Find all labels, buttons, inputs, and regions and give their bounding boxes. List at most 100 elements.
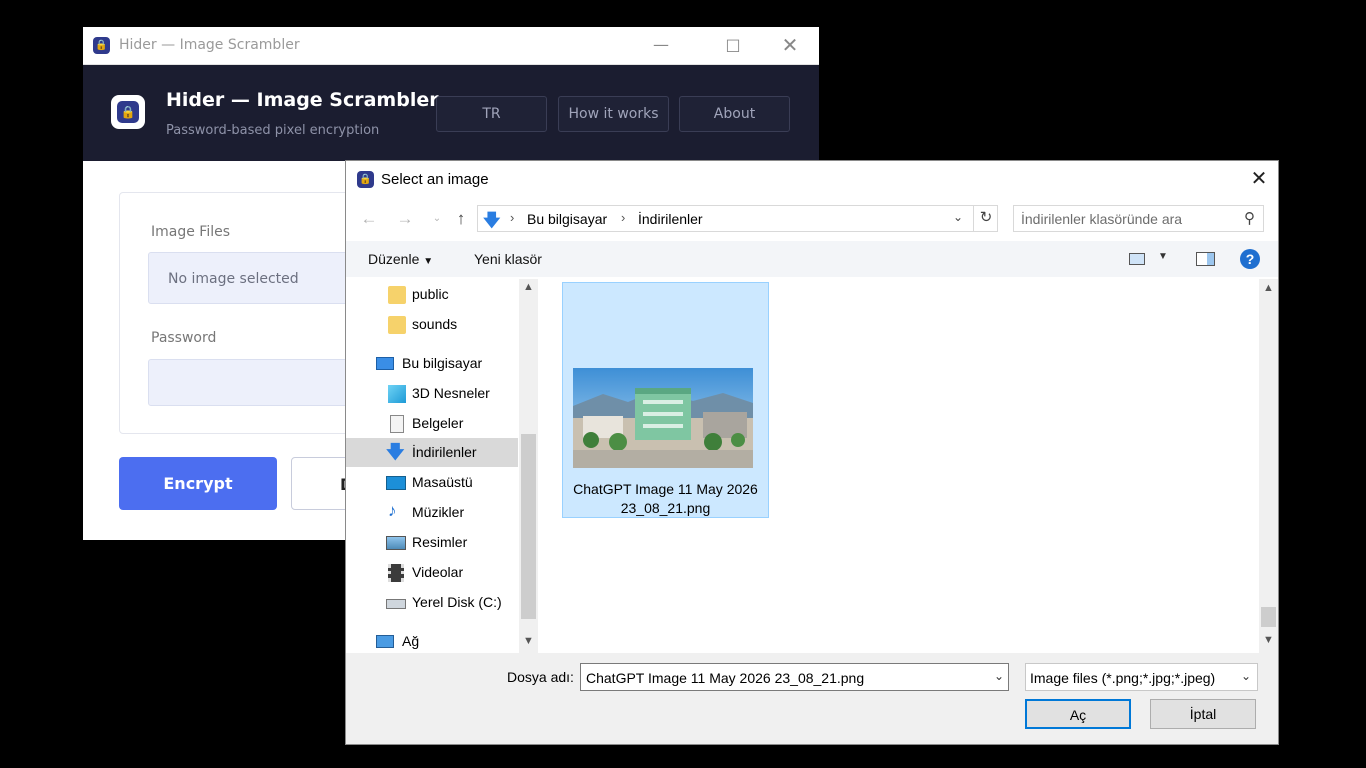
filetype-select[interactable]: Image files (*.png;*.jpg;*.jpeg) ⌄ bbox=[1025, 663, 1258, 691]
maximize-icon[interactable]: □ bbox=[710, 27, 756, 64]
filetype-value: Image files (*.png;*.jpg;*.jpeg) bbox=[1030, 670, 1216, 686]
file-tile[interactable]: ChatGPT Image 11 May 2026 23_08_21.png bbox=[562, 282, 769, 518]
search-input[interactable]: İndirilenler klasöründe ara ⚲ bbox=[1013, 205, 1264, 232]
music-icon: ♪ bbox=[388, 501, 397, 520]
help-icon[interactable]: ? bbox=[1240, 249, 1260, 269]
folder-icon bbox=[388, 286, 406, 304]
up-arrow-icon[interactable]: ↑ bbox=[448, 207, 474, 231]
scroll-down-icon[interactable]: ▼ bbox=[1263, 634, 1274, 646]
nav-item-label: Ağ bbox=[402, 633, 420, 649]
forward-arrow-icon[interactable]: → bbox=[392, 207, 418, 231]
pictures-icon bbox=[386, 536, 406, 550]
recent-chevron-icon[interactable]: ⌄ bbox=[424, 207, 450, 231]
nav-item-label: public bbox=[412, 286, 449, 302]
address-dropdown-icon[interactable]: ⌄ bbox=[953, 210, 963, 224]
dialog-title: Select an image bbox=[381, 171, 489, 188]
nav-item-music[interactable]: ♪ Müzikler bbox=[346, 498, 518, 527]
image-files-label: Image Files bbox=[151, 224, 231, 240]
dialog-toolbar: Düzenle ▼ Yeni klasör ▼ ? bbox=[346, 241, 1278, 277]
nav-item-this-pc[interactable]: Bu bilgisayar bbox=[346, 349, 518, 378]
preview-pane-icon[interactable] bbox=[1196, 252, 1215, 266]
chevron-down-icon: ⌄ bbox=[1240, 669, 1251, 683]
organize-label: Düzenle bbox=[368, 251, 420, 267]
file-name: ChatGPT Image 11 May 2026 23_08_21.png bbox=[563, 480, 768, 518]
view-options-icon[interactable] bbox=[1129, 253, 1145, 265]
cube-icon bbox=[388, 385, 406, 403]
nav-item-videos[interactable]: Videolar bbox=[346, 558, 518, 587]
new-folder-button[interactable]: Yeni klasör bbox=[474, 251, 542, 267]
view-dropdown-icon[interactable]: ▼ bbox=[1158, 251, 1168, 262]
encrypt-button[interactable]: Encrypt bbox=[119, 457, 277, 510]
breadcrumb-separator: › bbox=[510, 210, 515, 225]
dialog-app-icon: 🔒 bbox=[357, 171, 374, 188]
nav-item-label: Masaüstü bbox=[412, 474, 473, 490]
file-name-line2: 23_08_21.png bbox=[620, 500, 711, 516]
refresh-icon[interactable]: ↻ bbox=[973, 205, 998, 232]
how-it-works-button[interactable]: How it works bbox=[558, 96, 669, 132]
scrollbar-thumb[interactable] bbox=[1261, 607, 1276, 627]
desktop-icon bbox=[386, 476, 406, 490]
nav-item-documents[interactable]: Belgeler bbox=[346, 409, 518, 438]
nav-item-label: Yerel Disk (C:) bbox=[412, 594, 502, 610]
breadcrumb-downloads[interactable]: İndirilenler bbox=[638, 211, 703, 227]
nav-item-pictures[interactable]: Resimler bbox=[346, 528, 518, 557]
nav-item-label: 3D Nesneler bbox=[412, 385, 490, 401]
about-button[interactable]: About bbox=[679, 96, 790, 132]
dialog-footer: Dosya adı: ChatGPT Image 11 May 2026 23_… bbox=[346, 653, 1278, 744]
chevron-down-icon: ▼ bbox=[423, 256, 434, 267]
file-list-area: ChatGPT Image 11 May 2026 23_08_21.png bbox=[539, 279, 1259, 653]
folder-icon bbox=[388, 316, 406, 334]
breadcrumb-this-pc[interactable]: Bu bilgisayar bbox=[527, 211, 607, 227]
nav-item-label: Bu bilgisayar bbox=[402, 355, 483, 371]
filename-input[interactable]: ChatGPT Image 11 May 2026 23_08_21.png ⌄ bbox=[580, 663, 1009, 691]
nav-item-desktop[interactable]: Masaüstü bbox=[346, 468, 518, 497]
nav-item-label: Müzikler bbox=[412, 504, 465, 520]
file-name-line1: ChatGPT Image 11 May 2026 bbox=[573, 481, 758, 497]
navigation-scrollbar[interactable]: ▲ ▼ bbox=[519, 279, 538, 653]
close-icon[interactable]: ✕ bbox=[767, 27, 813, 64]
language-button[interactable]: TR bbox=[436, 96, 547, 132]
image-files-placeholder: No image selected bbox=[168, 271, 299, 287]
breadcrumb-separator: › bbox=[621, 210, 626, 225]
password-label: Password bbox=[151, 330, 217, 346]
app-window-title: Hider — Image Scrambler bbox=[119, 37, 300, 53]
nav-item-downloads[interactable]: 🡇 İndirilenler bbox=[346, 438, 518, 467]
header-title: Hider — Image Scrambler bbox=[166, 89, 439, 111]
nav-item-label: sounds bbox=[412, 316, 458, 332]
nav-item-label: Belgeler bbox=[412, 415, 464, 431]
computer-icon bbox=[376, 357, 394, 370]
nav-item-sounds[interactable]: sounds bbox=[346, 310, 518, 339]
dialog-close-icon[interactable]: ✕ bbox=[1242, 165, 1276, 195]
lock-logo-icon: 🔒 bbox=[111, 95, 145, 129]
cancel-button[interactable]: İptal bbox=[1150, 699, 1256, 729]
scroll-down-icon[interactable]: ▼ bbox=[523, 635, 534, 647]
scroll-up-icon[interactable]: ▲ bbox=[1263, 282, 1274, 294]
dialog-navigation-bar: ← → ⌄ ↑ 🡇 › Bu bilgisayar › İndirilenler… bbox=[346, 199, 1278, 239]
image-thumbnail bbox=[573, 368, 753, 468]
network-icon bbox=[376, 635, 394, 648]
file-list-scrollbar[interactable]: ▲ ▼ bbox=[1259, 279, 1278, 653]
video-icon bbox=[388, 564, 404, 582]
scrollbar-thumb[interactable] bbox=[521, 434, 536, 619]
open-button[interactable]: Aç bbox=[1025, 699, 1131, 729]
nav-item-label: İndirilenler bbox=[412, 444, 477, 460]
back-arrow-icon[interactable]: ← bbox=[356, 207, 382, 231]
filename-label: Dosya adı: bbox=[507, 669, 574, 685]
app-titlebar: 🔒 Hider — Image Scrambler — □ ✕ bbox=[83, 27, 819, 65]
nav-item-3d-objects[interactable]: 3D Nesneler bbox=[346, 379, 518, 408]
nav-item-network[interactable]: Ağ bbox=[346, 627, 518, 656]
drive-icon bbox=[386, 599, 406, 609]
nav-item-public[interactable]: public bbox=[346, 280, 518, 309]
app-header: 🔒 Hider — Image Scrambler Password-based… bbox=[83, 65, 819, 161]
nav-item-local-disk[interactable]: Yerel Disk (C:) bbox=[346, 588, 518, 617]
header-subtitle: Password-based pixel encryption bbox=[166, 123, 380, 138]
app-icon: 🔒 bbox=[93, 37, 110, 54]
search-placeholder: İndirilenler klasöründe ara bbox=[1021, 211, 1183, 227]
minimize-icon[interactable]: — bbox=[638, 27, 684, 64]
chevron-down-icon[interactable]: ⌄ bbox=[994, 669, 1004, 683]
scroll-up-icon[interactable]: ▲ bbox=[523, 281, 534, 293]
file-dialog: 🔒 Select an image ✕ ← → ⌄ ↑ 🡇 › Bu bilgi… bbox=[345, 160, 1279, 745]
address-bar[interactable]: 🡇 › Bu bilgisayar › İndirilenler ⌄ bbox=[477, 205, 998, 232]
nav-item-label: Videolar bbox=[412, 564, 464, 580]
organize-button[interactable]: Düzenle ▼ bbox=[368, 251, 433, 267]
